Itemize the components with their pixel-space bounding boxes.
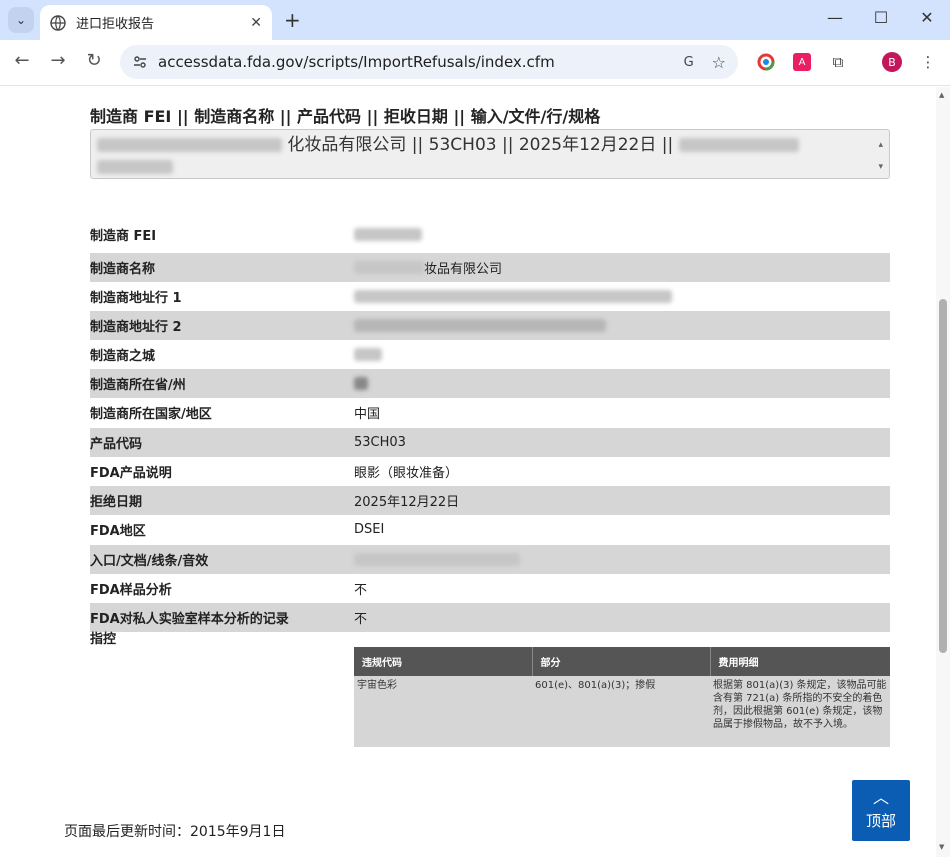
tab-strip: ⌄ 进口拒收报告 ✕ + — ☐ ✕ (0, 0, 950, 40)
redacted-text (97, 160, 173, 174)
table-row: 宇宙色彩 601(e)、801(a)(3)；掺假 根据第 801(a)(3) 条… (354, 676, 890, 747)
detail-label: 制造商所在省/州 (90, 378, 186, 393)
detail-row: 制造商名称 妆品有限公司 (90, 253, 890, 282)
detail-row: 制造商地址行 2 (90, 311, 890, 340)
site-info-icon[interactable] (132, 54, 148, 70)
detail-row: FDA产品说明 眼影（眼妆准备） (90, 457, 890, 486)
detail-value: 不 (354, 583, 368, 598)
page-content: 制造商 FEI || 制造商名称 || 产品代码 || 拒收日期 || 输入/文… (0, 87, 936, 857)
table-header: 部分 (532, 647, 711, 676)
browser-menu-icon[interactable]: ⋮ (918, 52, 938, 72)
detail-label: 产品代码 (90, 437, 143, 452)
detail-row: 制造商之城 (90, 340, 890, 369)
reload-button[interactable]: ↻ (82, 50, 106, 71)
active-tab[interactable]: 进口拒收报告 ✕ (40, 5, 272, 40)
back-to-top-label: 顶部 (865, 812, 896, 830)
bookmark-star-icon[interactable]: ☆ (712, 53, 726, 72)
detail-value: 53CH03 (354, 435, 406, 450)
detail-value: 妆品有限公司 (424, 262, 503, 277)
detail-row: 入口/文档/线条/音效 (90, 545, 890, 574)
detail-row: 产品代码 53CH03 (90, 428, 890, 457)
detail-value: 不 (354, 612, 368, 627)
table-cell: 601(e)、801(a)(3)；掺假 (532, 676, 710, 747)
detail-label: FDA样品分析 (90, 583, 172, 598)
detail-label: 制造商之城 (90, 349, 156, 364)
close-window-button[interactable]: ✕ (904, 8, 950, 27)
maximize-button[interactable]: ☐ (858, 8, 904, 27)
table-cell: 根据第 801(a)(3) 条规定，该物品可能含有第 721(a) 条所指的不安… (710, 676, 890, 747)
detail-value: 眼影（眼妆准备） (354, 466, 459, 481)
redacted-value (354, 553, 520, 566)
detail-label: 入口/文档/线条/音效 (90, 554, 209, 569)
vertical-scrollbar[interactable]: ▲ ▼ (936, 87, 950, 857)
detail-value: 中国 (354, 407, 381, 422)
select-arrow-icon: ▴ ▾ (878, 140, 883, 172)
scroll-down-icon[interactable]: ▼ (939, 843, 944, 851)
redacted-value (354, 348, 382, 361)
scrollbar-thumb[interactable] (939, 299, 947, 653)
refusal-record-select[interactable]: 化妆品有限公司 || 53CH03 || 2025年12月22日 || ▴ ▾ (90, 129, 890, 179)
redacted-value (354, 290, 672, 303)
last-updated-text: 页面最后更新时间：2015年9月1日 (64, 824, 286, 840)
extension-translate-icon[interactable]: A (792, 52, 812, 72)
globe-icon (50, 14, 66, 31)
profile-avatar[interactable]: B (882, 52, 902, 72)
detail-label: 制造商所在国家/地区 (90, 407, 212, 422)
detail-label: 制造商名称 (90, 262, 156, 277)
address-bar[interactable]: accessdata.fda.gov/scripts/ImportRefusal… (120, 45, 738, 79)
table-header: 费用明细 (710, 647, 890, 676)
detail-row: 制造商所在省/州 (90, 369, 890, 398)
chevron-up-icon: ︿ (872, 788, 889, 807)
new-tab-button[interactable]: + (284, 8, 301, 32)
detail-label: 制造商 FEI (90, 229, 157, 244)
forward-button[interactable]: → (46, 50, 70, 71)
detail-label: 制造商地址行 1 (90, 291, 182, 306)
detail-value: DSEI (354, 522, 385, 537)
charges-table: 违规代码 部分 费用明细 宇宙色彩 601(e)、801(a)(3)；掺假 根据… (354, 647, 890, 747)
detail-row: 拒绝日期 2025年12月22日 (90, 486, 890, 515)
extensions-puzzle-icon[interactable]: ⧉ (828, 52, 848, 72)
scroll-up-icon[interactable]: ▲ (939, 91, 944, 99)
minimize-button[interactable]: — (812, 8, 858, 27)
detail-value: 2025年12月22日 (354, 495, 460, 510)
avatar[interactable]: B (882, 52, 902, 72)
detail-row: FDA地区 DSEI (90, 515, 890, 544)
translate-icon[interactable]: G (684, 55, 694, 70)
extension-color-icon[interactable] (756, 52, 776, 72)
redacted-value (354, 261, 424, 274)
detail-label: 拒绝日期 (90, 495, 143, 510)
redacted-text (678, 138, 799, 152)
redacted-value (354, 377, 368, 390)
redacted-value (354, 319, 606, 332)
selector-label: 制造商 FEI || 制造商名称 || 产品代码 || 拒收日期 || 输入/文… (90, 107, 601, 126)
detail-row: FDA样品分析 不 (90, 574, 890, 603)
url-text[interactable]: accessdata.fda.gov/scripts/ImportRefusal… (158, 53, 684, 71)
tab-title: 进口拒收报告 (76, 17, 155, 32)
detail-label: 制造商地址行 2 (90, 320, 182, 335)
tab-close-icon[interactable]: ✕ (250, 15, 262, 31)
redacted-value (354, 228, 422, 241)
back-to-top-button[interactable]: ︿ 顶部 (852, 780, 910, 841)
detail-label: FDA对私人实验室样本分析的记录 (90, 612, 289, 627)
back-button[interactable]: ← (10, 50, 34, 71)
detail-label: 指控 (90, 632, 117, 647)
detail-label: FDA产品说明 (90, 466, 172, 481)
detail-label: FDA地区 (90, 524, 146, 539)
tab-search-dropdown[interactable]: ⌄ (8, 7, 34, 33)
table-header: 违规代码 (354, 647, 533, 676)
detail-row: 制造商 FEI (90, 220, 890, 249)
detail-row: 制造商所在国家/地区 中国 (90, 398, 890, 427)
redacted-text (97, 138, 282, 152)
toolbar: ← → ↻ accessdata.fda.gov/scripts/ImportR… (0, 40, 950, 86)
table-cell: 宇宙色彩 (354, 676, 532, 747)
detail-row: 制造商地址行 1 (90, 282, 890, 311)
selected-record-text: 化妆品有限公司 || 53CH03 || 2025年12月22日 || (287, 135, 674, 155)
